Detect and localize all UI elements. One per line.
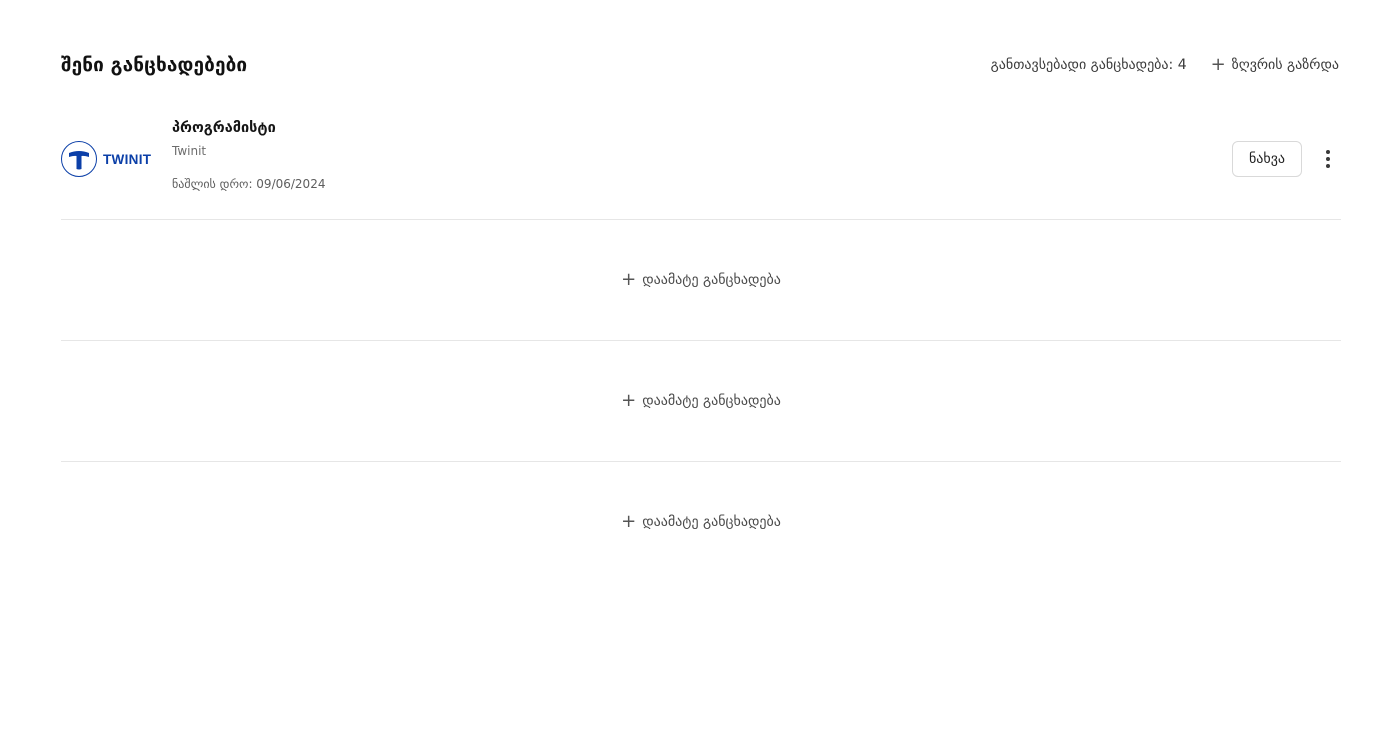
add-listing-label: დაამატე განცხადება bbox=[642, 272, 781, 288]
add-listing-button[interactable]: + დაამატე განცხადება bbox=[621, 513, 781, 531]
application-company: Twinit bbox=[172, 144, 207, 158]
page-title: შენი განცხადებები bbox=[61, 54, 248, 76]
add-listing-label: დაამატე განცხადება bbox=[642, 393, 781, 409]
listing-limit-text: განთავსებადი განცხადება: 4 bbox=[990, 57, 1187, 73]
header-actions: განთავსებადი განცხადება: 4 + ზღვრის გაზრ… bbox=[991, 56, 1341, 74]
add-listing-button[interactable]: + დაამატე განცხადება bbox=[621, 392, 781, 410]
empty-slot: + დაამატე განცხადება bbox=[61, 220, 1341, 341]
add-listing-button[interactable]: + დაამატე განცხადება bbox=[621, 271, 781, 289]
add-listing-label: დაამატე განცხადება bbox=[642, 514, 781, 530]
plus-icon: + bbox=[1210, 54, 1226, 75]
plus-icon: + bbox=[621, 390, 637, 411]
page: შენი განცხადებები განთავსებადი განცხადებ… bbox=[0, 0, 1394, 732]
view-button[interactable]: ნახვა bbox=[1231, 141, 1302, 177]
page-header: შენი განცხადებები განთავსებადი განცხადებ… bbox=[61, 48, 1341, 82]
empty-slot: + დაამატე განცხადება bbox=[61, 341, 1341, 462]
more-vertical-icon[interactable] bbox=[1321, 147, 1335, 171]
increase-limit-label: ზღვრის გაზრდა bbox=[1231, 57, 1339, 73]
company-logo-mark bbox=[61, 141, 97, 177]
application-title[interactable]: პროგრამისტი bbox=[172, 120, 325, 136]
application-actions: ნახვა bbox=[1231, 141, 1341, 177]
empty-slot: + დაამატე განცხადება bbox=[61, 462, 1341, 582]
plus-icon: + bbox=[621, 269, 637, 290]
application-deadline: ნაშლის დრო: 09/06/2024 bbox=[172, 177, 326, 191]
applications-list: TWINIT პროგრამისტი Twinit ნაშლის დრო: 09… bbox=[61, 110, 1341, 582]
logo-t-icon bbox=[69, 151, 89, 170]
application-row: TWINIT პროგრამისტი Twinit ნაშლის დრო: 09… bbox=[61, 110, 1341, 220]
company-logo-text: TWINIT bbox=[103, 151, 152, 167]
increase-limit-button[interactable]: + ზღვრის გაზრდა bbox=[1211, 56, 1341, 74]
plus-icon: + bbox=[621, 511, 637, 532]
company-logo: TWINIT bbox=[61, 139, 161, 179]
application-info: პროგრამისტი Twinit ნაშლის დრო: 09/06/202… bbox=[172, 120, 325, 191]
